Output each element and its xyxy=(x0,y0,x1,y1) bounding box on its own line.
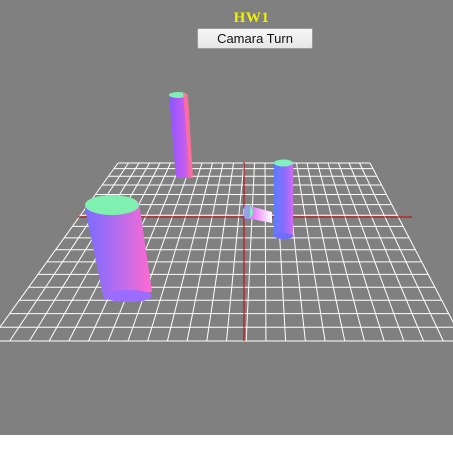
cylinder-small-lying-center xyxy=(243,205,272,223)
floor-grid xyxy=(0,162,453,342)
grid-column-line xyxy=(317,162,365,342)
grid-column-line xyxy=(245,162,255,342)
grid-column-line xyxy=(348,162,425,342)
camera-turn-button[interactable]: Camara Turn xyxy=(197,28,313,49)
grid-column-line xyxy=(264,162,267,342)
grid-column-line xyxy=(306,162,346,342)
cylinder-tall-back-left xyxy=(169,92,193,178)
grid-column-line xyxy=(327,162,385,342)
grid-column-line xyxy=(369,162,453,323)
grid-column-line xyxy=(186,162,224,342)
grid-column-line xyxy=(338,162,405,342)
grid-column-line xyxy=(166,162,213,342)
cylinder-large-front-left xyxy=(85,195,152,302)
scene-canvas xyxy=(0,92,453,342)
cylinder-tall-right xyxy=(274,159,293,239)
grid-column-line xyxy=(147,162,203,342)
grid-column-line xyxy=(359,162,444,342)
grid-column-line xyxy=(296,162,326,342)
app-title: HW1 xyxy=(233,10,270,26)
3d-viewport[interactable]: HW1 Camara Turn xyxy=(0,0,453,435)
